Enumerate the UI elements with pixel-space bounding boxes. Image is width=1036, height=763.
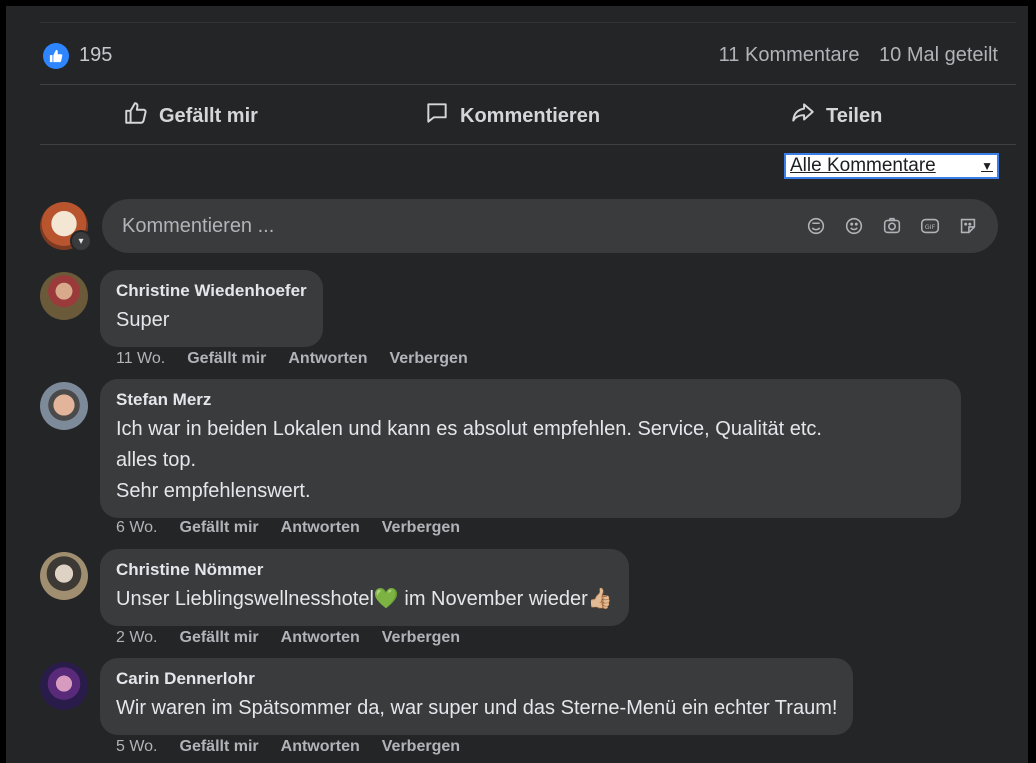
share-arrow-icon [790, 100, 816, 132]
post-footer-panel: 195 11 Kommentare 10 Mal geteilt Gefällt… [6, 6, 1028, 763]
comment-reply-link[interactable]: Antworten [281, 629, 360, 647]
comment-actions: 5 Wo. Gefällt mir Antworten Verbergen [116, 738, 460, 756]
share-count-link[interactable]: 10 Mal geteilt [879, 44, 998, 66]
comment-actions: 6 Wo. Gefällt mir Antworten Verbergen [116, 519, 460, 537]
comment-author[interactable]: Stefan Merz [116, 390, 945, 410]
speech-bubble-icon [424, 100, 450, 132]
comment-reply-link[interactable]: Antworten [281, 738, 360, 756]
divider [40, 84, 1016, 85]
camera-icon[interactable] [880, 214, 904, 238]
chevron-down-icon[interactable]: ▾ [70, 230, 92, 252]
comment-button-label: Kommentieren [460, 104, 601, 127]
comment-hide-link[interactable]: Verbergen [382, 519, 460, 537]
comment-text: Unser Lieblingswellnesshotel💚 im Novembe… [116, 588, 613, 610]
comment-reply-link[interactable]: Antworten [288, 350, 367, 368]
svg-text:GIF: GIF [925, 223, 936, 231]
comment-like-link[interactable]: Gefällt mir [180, 519, 259, 537]
comment-bubble: Stefan Merz Ich war in beiden Lokalen un… [100, 379, 961, 518]
caret-down-icon: ▼ [981, 159, 993, 173]
divider [40, 144, 1016, 145]
share-button[interactable]: Teilen [790, 96, 882, 136]
comment-bubble: Carin Dennerlohr Wir waren im Spätsommer… [100, 658, 854, 735]
like-button-label: Gefällt mir [159, 104, 258, 127]
thumbs-up-icon [123, 100, 149, 132]
comment-sort-dropdown[interactable]: Alle Kommentare ▼ [784, 153, 999, 179]
comment-bubble: Christine Nömmer Unser Lieblingswellness… [100, 549, 629, 626]
comment-like-link[interactable]: Gefällt mir [180, 738, 259, 756]
comment-input[interactable] [120, 213, 804, 239]
comment-hide-link[interactable]: Verbergen [382, 738, 460, 756]
like-reaction-icon[interactable] [43, 43, 69, 69]
sticker-icon[interactable] [956, 214, 980, 238]
comment-text: Ich war in beiden Lokalen und kann es ab… [116, 418, 822, 502]
emoji-icon[interactable] [842, 214, 866, 238]
comment-text: Wir waren im Spätsommer da, war super un… [116, 697, 838, 719]
avatar[interactable] [40, 662, 88, 710]
comment-actions: 11 Wo. Gefällt mir Antworten Verbergen [116, 350, 468, 368]
comment-bubble: Christine Wiedenhoefer Super [100, 270, 323, 347]
avatar[interactable] [40, 552, 88, 600]
divider [40, 22, 1016, 23]
comment-text: Super [116, 309, 170, 331]
composer-toolbar: GIF [804, 214, 980, 238]
avatar[interactable] [40, 272, 88, 320]
comment-timestamp[interactable]: 2 Wo. [116, 629, 158, 647]
gif-icon[interactable]: GIF [918, 214, 942, 238]
comment-button[interactable]: Kommentieren [424, 96, 600, 136]
comment-like-link[interactable]: Gefällt mir [180, 629, 259, 647]
comment-author[interactable]: Carin Dennerlohr [116, 669, 837, 689]
comment-hide-link[interactable]: Verbergen [389, 350, 467, 368]
like-count[interactable]: 195 [79, 44, 112, 67]
stats-summary: 11 Kommentare 10 Mal geteilt [719, 44, 998, 67]
comment-author[interactable]: Christine Wiedenhoefer [116, 281, 307, 301]
avatar[interactable] [40, 382, 88, 430]
comment-timestamp[interactable]: 11 Wo. [116, 350, 165, 368]
comment-count-link[interactable]: 11 Kommentare [719, 44, 860, 66]
comment-author[interactable]: Christine Nömmer [116, 560, 613, 580]
current-user-avatar[interactable]: ▾ [40, 202, 92, 252]
share-button-label: Teilen [826, 104, 883, 127]
avatar-sticker-icon[interactable] [804, 214, 828, 238]
comment-reply-link[interactable]: Antworten [281, 519, 360, 537]
like-button[interactable]: Gefällt mir [123, 96, 258, 136]
comment-composer[interactable]: GIF [102, 199, 998, 253]
comment-hide-link[interactable]: Verbergen [382, 629, 460, 647]
comment-actions: 2 Wo. Gefällt mir Antworten Verbergen [116, 629, 460, 647]
comment-like-link[interactable]: Gefällt mir [187, 350, 266, 368]
sort-label: Alle Kommentare [790, 155, 936, 176]
comment-timestamp[interactable]: 5 Wo. [116, 738, 158, 756]
comment-timestamp[interactable]: 6 Wo. [116, 519, 158, 537]
